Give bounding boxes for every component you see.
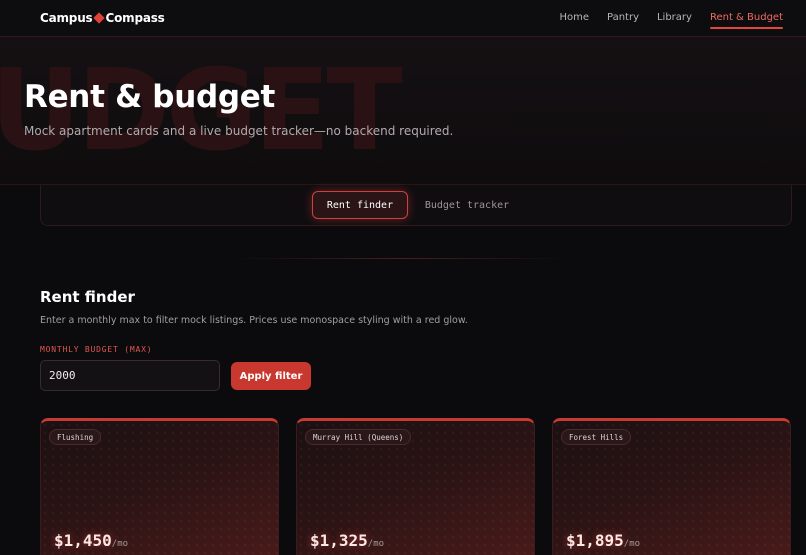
page-title: Rent & budget (24, 79, 275, 115)
price-value: $1,895 (566, 531, 624, 550)
brand-name-left: Campus (40, 11, 93, 25)
price-unit: /mo (111, 539, 129, 549)
price-unit: /mo (367, 539, 385, 549)
neighborhood-tag: Flushing (49, 429, 102, 445)
nav-link-home[interactable]: Home (559, 12, 589, 23)
brand-logo[interactable]: Campus Compass (40, 11, 165, 25)
hero-section: UDGET Rent & budget Mock apartment cards… (0, 37, 806, 185)
listing-price: $1,325/mo (310, 531, 384, 550)
rent-finder-description: Enter a monthly max to filter mock listi… (40, 315, 468, 326)
diamond-icon (93, 12, 106, 24)
listing-price: $1,895/mo (566, 531, 640, 550)
nav-links: Home Pantry Library Rent & Budget (541, 12, 784, 29)
page-subtitle: Mock apartment cards and a live budget t… (24, 124, 454, 138)
nav-link-rent-budget[interactable]: Rent & Budget (709, 12, 784, 29)
nav-link-pantry[interactable]: Pantry (607, 12, 639, 23)
neighborhood-tag: Forest Hills (561, 429, 632, 445)
nav-link-library[interactable]: Library (657, 12, 692, 23)
listing-card[interactable]: Flushing $1,450/mo (40, 418, 279, 555)
price-value: $1,450 (54, 531, 112, 550)
budget-max-input[interactable]: 2000 (40, 360, 220, 391)
listing-card[interactable]: Murray Hill (Queens) $1,325/mo (296, 418, 535, 555)
section-divider (230, 258, 576, 259)
tab-rent-finder[interactable]: Rent finder (312, 191, 408, 219)
tabs-bar: Rent finder Budget tracker (40, 185, 792, 226)
top-navbar: Campus Compass Home Pantry Library Rent … (0, 0, 806, 37)
apply-filter-button[interactable]: Apply filter (231, 362, 311, 390)
budget-field-label: MONTHLY BUDGET (MAX) (40, 345, 153, 354)
tab-budget-tracker[interactable]: Budget tracker (417, 191, 517, 219)
rent-finder-title: Rent finder (40, 288, 135, 306)
price-value: $1,325 (310, 531, 368, 550)
brand-name-right: Compass (105, 11, 165, 25)
neighborhood-tag: Murray Hill (Queens) (305, 429, 412, 445)
listing-card[interactable]: Forest Hills $1,895/mo (552, 418, 791, 555)
listing-price: $1,450/mo (54, 531, 128, 550)
price-unit: /mo (623, 539, 641, 549)
